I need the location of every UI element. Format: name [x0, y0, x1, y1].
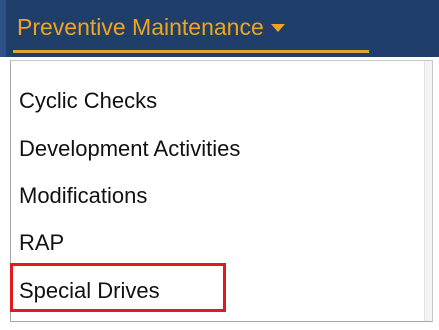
- active-nav-underline: [13, 50, 369, 53]
- nav-left-edge: [0, 0, 6, 57]
- menu-item-rap[interactable]: RAP: [19, 230, 64, 256]
- top-nav-bar: Preventive Maintenance: [0, 0, 439, 57]
- dropdown-scrollbar[interactable]: [424, 61, 432, 321]
- special-drives-highlight-box: [10, 263, 226, 312]
- menu-item-modifications[interactable]: Modifications: [19, 183, 147, 209]
- nav-menu-label: Preventive Maintenance: [17, 13, 264, 40]
- menu-item-development-activities[interactable]: Development Activities: [19, 136, 240, 162]
- menu-item-cyclic-checks[interactable]: Cyclic Checks: [19, 88, 157, 114]
- caret-down-icon: [270, 24, 285, 32]
- preventive-maintenance-menu-toggle[interactable]: Preventive Maintenance: [17, 9, 285, 45]
